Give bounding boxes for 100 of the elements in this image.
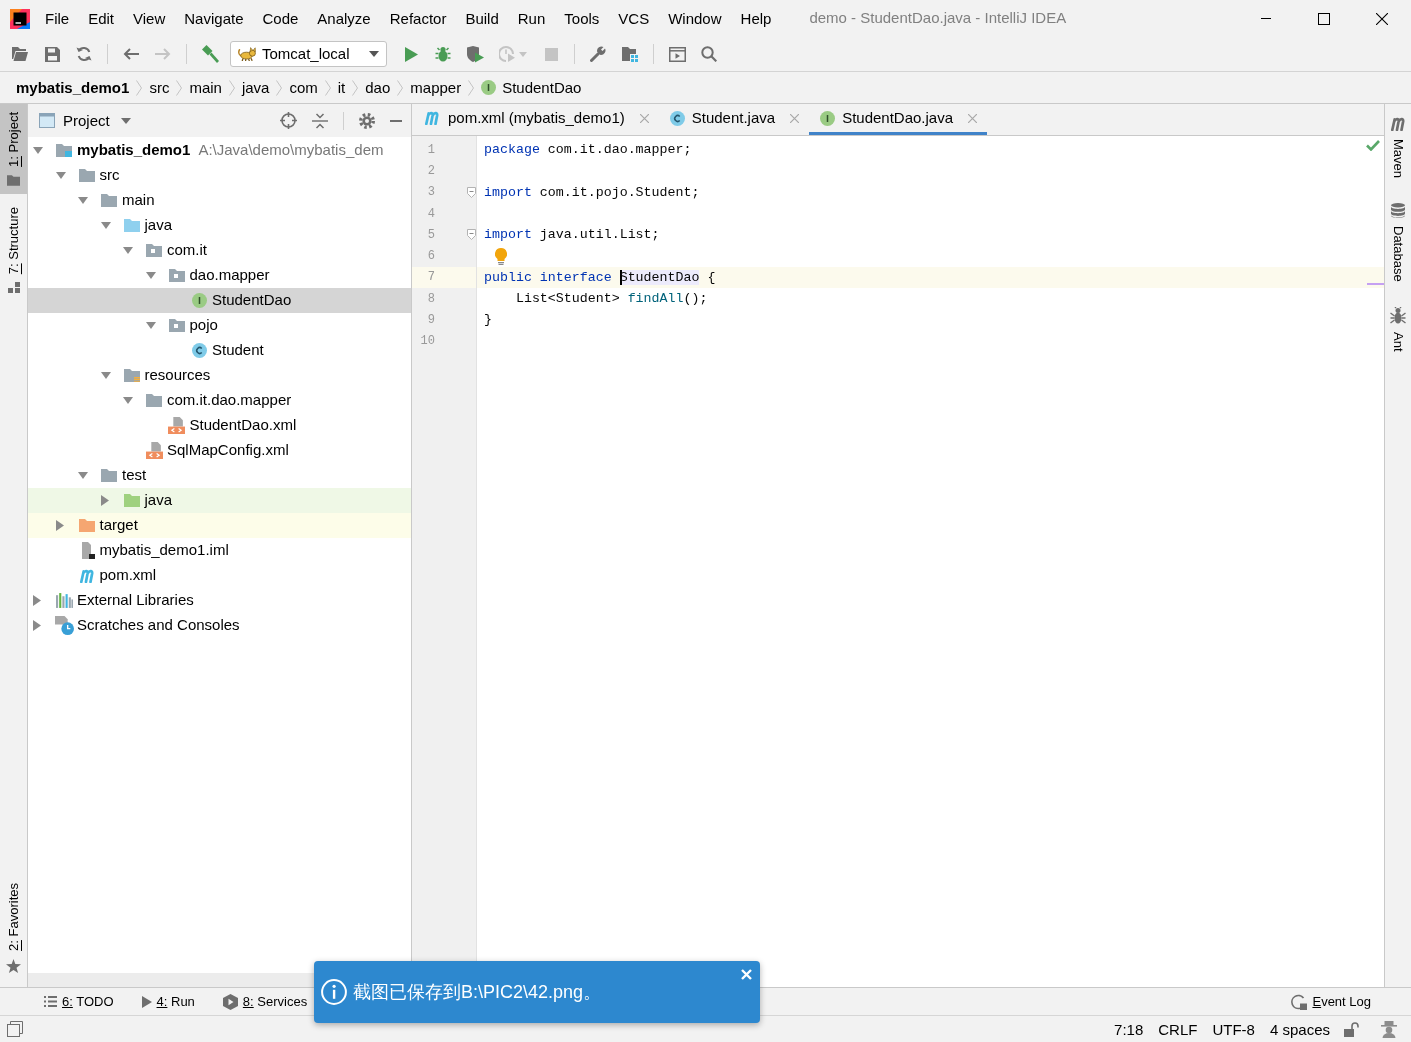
run-configuration-dropdown[interactable]: Tomcat_local: [230, 41, 387, 67]
shield-play-icon[interactable]: [466, 45, 484, 63]
hammer-icon[interactable]: [201, 45, 219, 63]
tree-item[interactable]: SqlMapConfig.xml: [28, 438, 411, 463]
menu-item[interactable]: Navigate: [184, 11, 244, 26]
window-play-icon[interactable]: [668, 46, 686, 62]
status-item[interactable]: UTF-8: [1212, 1021, 1255, 1037]
wrench-icon[interactable]: [590, 46, 606, 62]
expanded-arrow-icon[interactable]: [55, 172, 66, 179]
expanded-arrow-icon[interactable]: [145, 322, 156, 329]
menu-item[interactable]: Run: [517, 11, 546, 26]
menu-item[interactable]: View: [133, 11, 166, 26]
tree-item[interactable]: mybatis_demo1.iml: [28, 538, 411, 563]
tree-item[interactable]: java: [28, 488, 411, 513]
tree-item[interactable]: com.it: [28, 238, 411, 263]
maximize-icon[interactable]: [1318, 12, 1330, 25]
settings-icon[interactable]: [359, 112, 375, 129]
expanded-arrow-icon[interactable]: [145, 272, 156, 279]
tool-window-button[interactable]: Ant: [1385, 296, 1411, 362]
collapsed-arrow-icon[interactable]: [33, 620, 41, 631]
tool-window-button[interactable]: Event Log: [1288, 989, 1373, 1014]
expanded-arrow-icon[interactable]: [33, 147, 43, 154]
tree-item[interactable]: dao.mapper: [28, 263, 411, 288]
tree-item[interactable]: StudentDao.xml: [28, 413, 411, 438]
breadcrumb-item[interactable]: main: [189, 80, 222, 95]
status-item[interactable]: CRLF: [1158, 1021, 1198, 1037]
app-logo-icon[interactable]: [10, 8, 30, 29]
tool-window-button[interactable]: Database: [1385, 193, 1411, 292]
tree-item[interactable]: test: [28, 463, 411, 488]
menu-item[interactable]: Edit: [88, 11, 115, 26]
expanded-arrow-icon[interactable]: [123, 247, 133, 254]
save-icon[interactable]: [44, 46, 60, 62]
breadcrumb-item[interactable]: StudentDao: [481, 80, 582, 95]
tool-window-button[interactable]: 1: Project: [0, 104, 27, 194]
menu-item[interactable]: File: [45, 11, 70, 26]
tree-item[interactable]: Scratches and Consoles: [28, 613, 411, 638]
collapsed-arrow-icon[interactable]: [55, 520, 64, 531]
menu-item[interactable]: Build: [465, 11, 499, 26]
close-icon[interactable]: [1376, 12, 1388, 25]
tool-window-button[interactable]: 8: Services: [220, 989, 310, 1014]
back-arrow-icon[interactable]: [123, 48, 139, 60]
run-icon[interactable]: [404, 46, 418, 62]
fold-marker-icon[interactable]: [467, 186, 476, 198]
menu-item[interactable]: Code: [262, 11, 299, 26]
status-item[interactable]: 4 spaces: [1269, 1021, 1330, 1037]
expanded-arrow-icon[interactable]: [78, 197, 88, 204]
menu-item[interactable]: VCS: [618, 11, 650, 26]
tree-item[interactable]: pom.xml: [28, 563, 411, 588]
breadcrumb-item[interactable]: it: [337, 80, 346, 95]
bug-icon[interactable]: [435, 46, 451, 62]
crosshair-icon[interactable]: [280, 112, 297, 129]
tree-item[interactable]: target: [28, 513, 411, 538]
tool-window-button[interactable]: 7: Structure: [0, 198, 27, 302]
lightbulb-icon[interactable]: [495, 247, 507, 265]
expanded-arrow-icon[interactable]: [100, 372, 111, 379]
breadcrumb-item[interactable]: com: [289, 80, 318, 95]
tree-item[interactable]: Student: [28, 338, 411, 363]
overlapping-squares-icon[interactable]: [7, 1021, 23, 1037]
menu-item[interactable]: Help: [740, 11, 772, 26]
editor-tab[interactable]: pom.xml (mybatis_demo1): [412, 104, 659, 135]
tree-item[interactable]: java: [28, 213, 411, 238]
tool-window-button[interactable]: 6: TODO: [42, 989, 116, 1014]
collapsed-arrow-icon[interactable]: [33, 595, 41, 606]
horizontal-scrollbar[interactable]: [28, 973, 314, 987]
minus-icon[interactable]: [390, 119, 402, 122]
unlocked-padlock-icon[interactable]: [1344, 1021, 1359, 1037]
sync-icon[interactable]: [76, 46, 92, 62]
collapsed-arrow-icon[interactable]: [100, 495, 109, 506]
tree-item[interactable]: com.it.dao.mapper: [28, 388, 411, 413]
tree-item[interactable]: main: [28, 188, 411, 213]
breadcrumb-item[interactable]: java: [241, 80, 270, 95]
breadcrumb-item[interactable]: mybatis_demo1: [16, 80, 130, 95]
checkmark-icon[interactable]: [1366, 140, 1380, 151]
open-folder-icon[interactable]: [12, 47, 28, 61]
fold-marker-icon[interactable]: [467, 229, 476, 241]
hat-person-icon[interactable]: [1381, 1020, 1397, 1038]
breadcrumb-item[interactable]: dao: [365, 80, 391, 95]
breadcrumb-item[interactable]: mapper: [410, 80, 462, 95]
tool-window-button[interactable]: 2: Favorites: [0, 875, 27, 981]
tree-item[interactable]: External Libraries: [28, 588, 411, 613]
collapse-icon[interactable]: [312, 112, 328, 129]
expanded-arrow-icon[interactable]: [123, 397, 133, 404]
status-item[interactable]: 7:18: [1114, 1021, 1144, 1037]
expanded-arrow-icon[interactable]: [78, 472, 88, 479]
tree-item[interactable]: pojo: [28, 313, 411, 338]
menu-item[interactable]: Window: [668, 11, 722, 26]
editor-tab[interactable]: Student.java: [658, 104, 810, 135]
editor-tab[interactable]: StudentDao.java: [809, 104, 988, 135]
tree-item[interactable]: src: [28, 163, 411, 188]
tool-window-button[interactable]: 4: Run: [139, 989, 197, 1014]
view-selector-dropdown[interactable]: Project: [63, 113, 131, 128]
search-icon[interactable]: [701, 46, 717, 62]
menu-item[interactable]: Analyze: [317, 11, 371, 26]
menu-item[interactable]: Tools: [564, 11, 600, 26]
tool-window-button[interactable]: Maven: [1385, 107, 1411, 189]
menu-item[interactable]: Refactor: [389, 11, 447, 26]
tree-item[interactable]: StudentDao: [28, 288, 411, 313]
folder-grid-icon[interactable]: [622, 46, 638, 62]
tree-item[interactable]: resources: [28, 363, 411, 388]
tree-item[interactable]: mybatis_demo1 A:\Java\demo\mybatis_dem: [28, 138, 411, 163]
